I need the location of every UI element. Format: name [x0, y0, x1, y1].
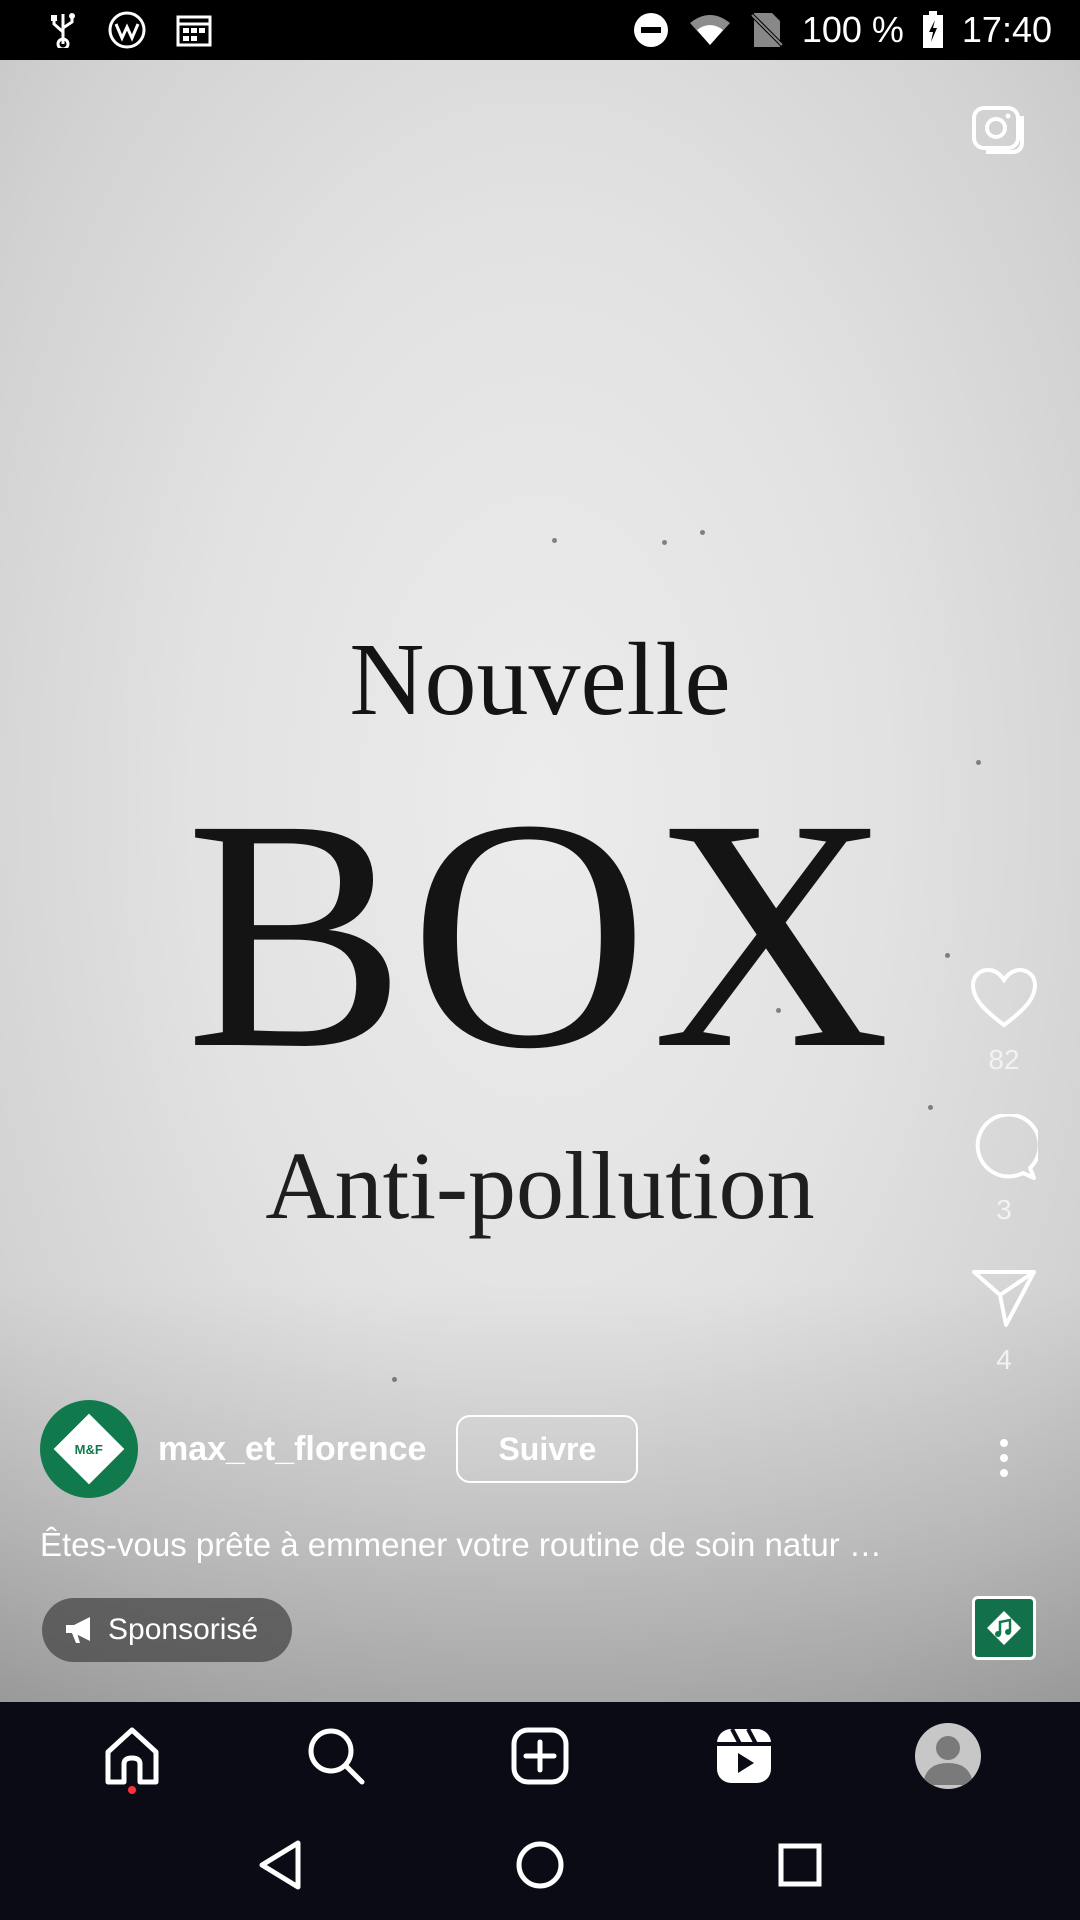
bottom-navigation [0, 1702, 1080, 1810]
avatar-logo-text: M&F [74, 1441, 104, 1457]
texture-speck [552, 538, 557, 543]
home-circle-icon [516, 1841, 564, 1889]
nav-create[interactable] [490, 1706, 590, 1806]
wifi-icon [688, 13, 732, 47]
system-navigation [0, 1810, 1080, 1920]
headline-box: BOX [185, 752, 895, 1117]
recents-icon [778, 1843, 822, 1887]
share-icon [972, 1270, 1036, 1327]
create-icon [511, 1727, 569, 1785]
heart-icon [970, 967, 1038, 1028]
more-icon [1000, 1439, 1008, 1447]
back-icon [259, 1840, 301, 1890]
system-recents-button[interactable] [760, 1825, 840, 1905]
nav-profile[interactable] [898, 1706, 998, 1806]
like-button[interactable] [966, 960, 1042, 1036]
texture-speck [662, 540, 667, 545]
sponsored-label: Sponsorisé [108, 1613, 259, 1646]
share-count: 4 [996, 1344, 1012, 1375]
home-notification-dot [128, 1786, 136, 1794]
comment-count: 3 [996, 1194, 1012, 1225]
usb-icon [48, 12, 78, 48]
nav-search[interactable] [286, 1706, 386, 1806]
app-icon [108, 11, 146, 49]
dnd-icon [632, 11, 670, 49]
camera-icon [972, 106, 1024, 154]
texture-speck [976, 760, 981, 765]
audio-track-thumbnail[interactable] [972, 1596, 1036, 1660]
headline-nouvelle: Nouvelle [349, 622, 731, 737]
home-icon [105, 1727, 159, 1785]
calendar-icon [176, 13, 212, 47]
nav-reels[interactable] [694, 1706, 794, 1806]
nav-home[interactable] [82, 1706, 182, 1806]
brand-avatar[interactable]: M&F [40, 1400, 138, 1498]
username-link[interactable]: max_et_florence [158, 1430, 426, 1469]
system-back-button[interactable] [240, 1825, 320, 1905]
camera-button[interactable] [970, 100, 1030, 160]
clock: 17:40 [961, 9, 1052, 50]
texture-speck [928, 1105, 933, 1110]
post-author: M&F max_et_florence Suivre [40, 1400, 639, 1498]
no-sim-icon [750, 11, 784, 49]
search-icon [308, 1728, 365, 1785]
battery-icon [922, 11, 944, 49]
battery-text: 100 % [801, 9, 904, 50]
music-icon [987, 1611, 1021, 1645]
profile-icon [915, 1723, 981, 1789]
more-options-button[interactable] [974, 1428, 1034, 1488]
like-count: 82 [988, 1044, 1020, 1075]
megaphone-icon [66, 1617, 90, 1643]
follow-button[interactable]: Suivre [456, 1415, 639, 1483]
share-button[interactable] [966, 1260, 1042, 1336]
reels-icon [717, 1728, 771, 1783]
headline-anti-pollution: Anti-pollution [265, 1132, 815, 1239]
texture-speck [700, 530, 705, 535]
sponsored-badge[interactable]: Sponsorisé [42, 1598, 293, 1662]
system-home-button[interactable] [500, 1825, 580, 1905]
comment-icon [975, 1114, 1038, 1180]
comment-button[interactable] [966, 1110, 1042, 1186]
post-caption[interactable]: Êtes-vous prête à emmener votre routine … [40, 1526, 960, 1564]
action-rail: 82 3 4 [956, 960, 1052, 1488]
status-bar: 100 % 17:40 [0, 0, 1080, 60]
